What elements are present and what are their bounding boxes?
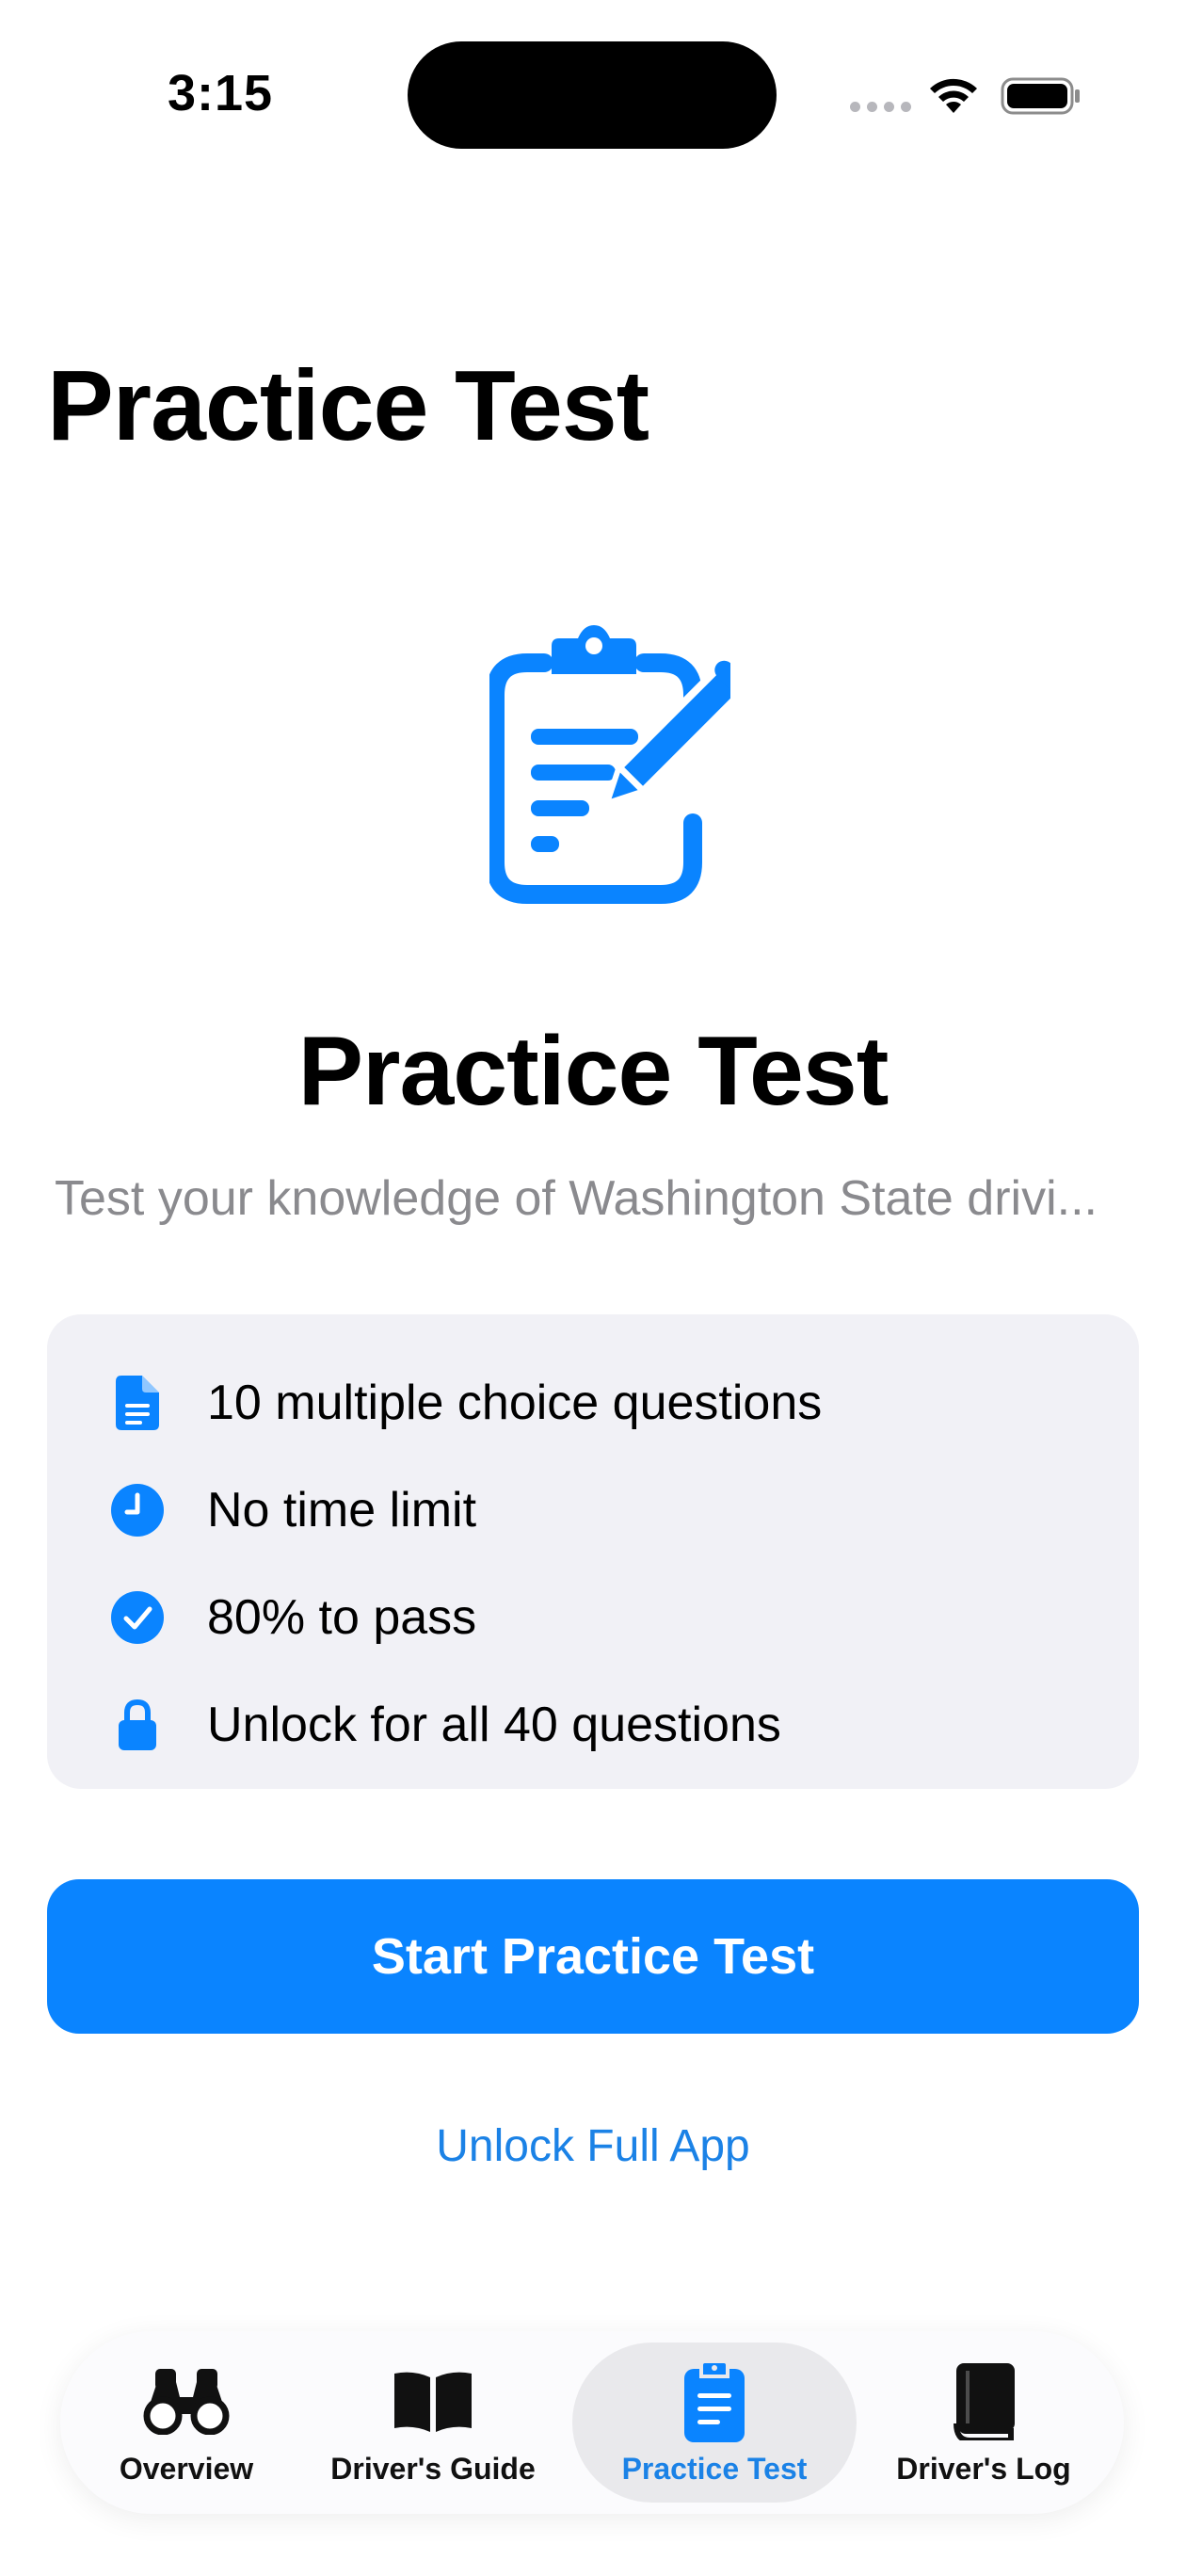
hero-title: Practice Test [297,1017,890,1126]
tab-overview[interactable]: Overview [94,2343,279,2503]
dynamic-island [408,41,777,149]
clipboard-pencil-icon [489,625,730,904]
info-card: 10 multiple choice questions No time lim… [47,1314,1139,1789]
info-text-time: No time limit [207,1483,477,1538]
status-time: 3:15 [168,65,274,121]
clock-icon [107,1480,168,1540]
battery-icon [1001,77,1080,115]
binoculars-icon [139,2361,233,2442]
checkmark-circle-icon [107,1587,168,1648]
info-text-unlock: Unlock for all 40 questions [207,1698,781,1752]
tab-bar: Overview Driver's Guide Practice Test Dr… [60,2331,1124,2514]
start-practice-test-button[interactable]: Start Practice Test [47,1879,1139,2034]
tab-label-drivers-guide: Driver's Guide [330,2452,536,2486]
tab-drivers-log[interactable]: Driver's Log [875,2343,1092,2503]
tab-label-overview: Overview [119,2452,254,2486]
tab-practice-test[interactable]: Practice Test [572,2343,857,2503]
tab-label-practice-test: Practice Test [621,2452,808,2486]
wifi-icon [930,78,977,113]
hero-subtitle: Test your knowledge of Washington State … [55,1171,1098,1226]
clipboard-icon [667,2361,761,2442]
book-icon [937,2361,1031,2442]
unlock-full-app-button[interactable]: Unlock Full App [0,2120,1186,2172]
document-icon [107,1373,168,1433]
tab-label-drivers-log: Driver's Log [896,2452,1071,2486]
info-text-questions: 10 multiple choice questions [207,1376,823,1430]
tab-drivers-guide[interactable]: Driver's Guide [316,2343,550,2503]
cellular-signal-icon [850,102,911,112]
info-text-pass: 80% to pass [207,1590,477,1645]
lock-icon [107,1695,168,1755]
open-book-icon [386,2361,480,2442]
page-title: Practice Test [47,350,649,461]
